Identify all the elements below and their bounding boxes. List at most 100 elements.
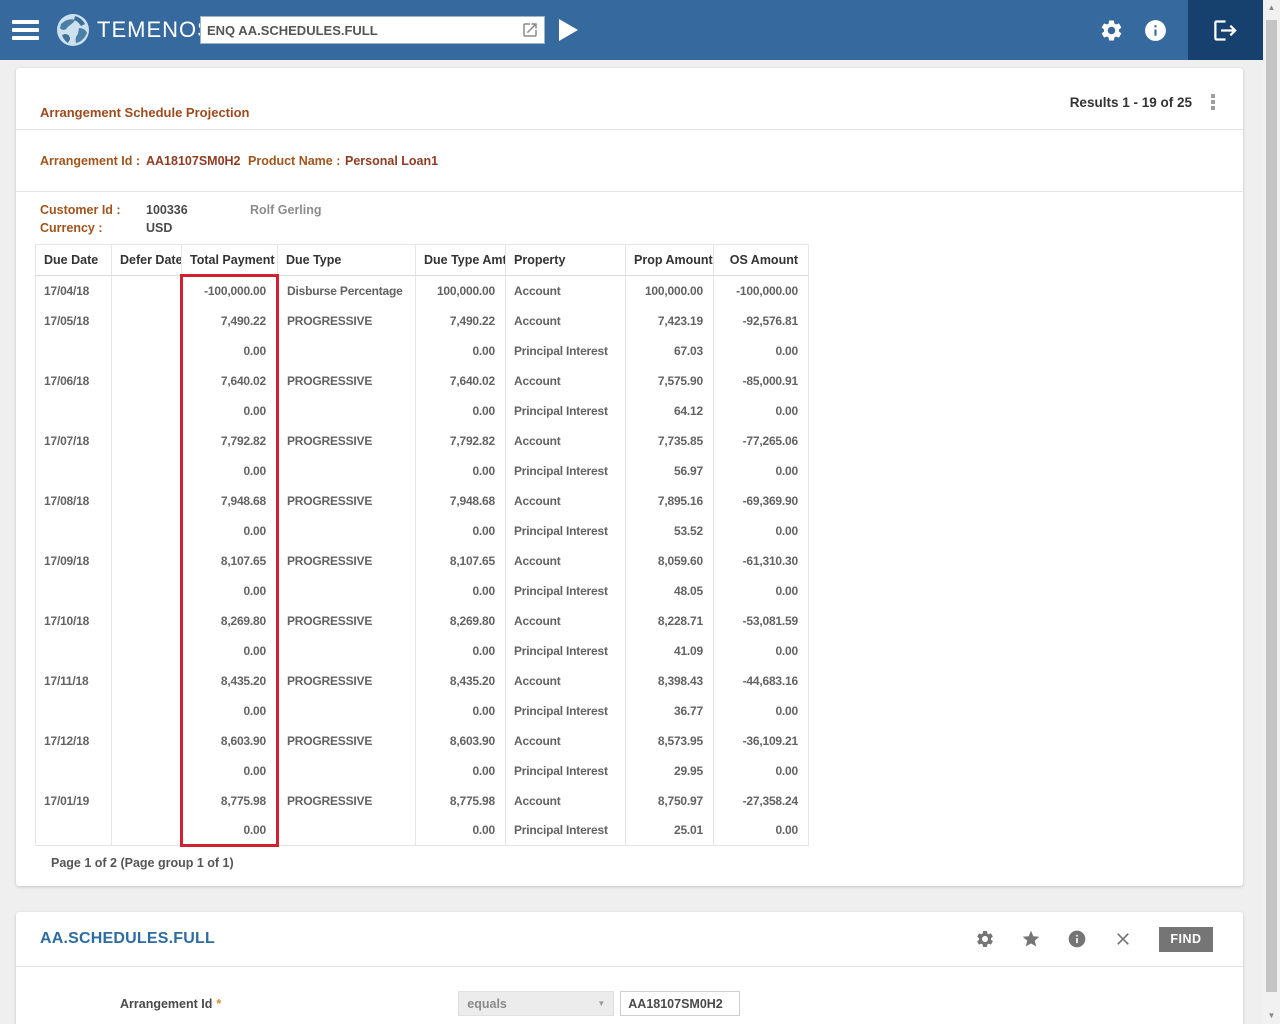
table-cell: 7,948.68 — [182, 486, 278, 516]
table-cell — [278, 336, 416, 366]
table-cell — [278, 696, 416, 726]
scroll-up-icon[interactable]: ▲ — [1263, 0, 1280, 16]
table-cell: 0.00 — [182, 756, 278, 786]
table-cell: Account — [506, 276, 626, 306]
table-cell — [278, 636, 416, 666]
arrangement-id-input[interactable] — [620, 991, 740, 1016]
table-cell — [112, 516, 182, 546]
column-header: Property — [506, 245, 626, 276]
table-row: 17/09/188,107.65PROGRESSIVE8,107.65Accou… — [36, 546, 809, 576]
find-button[interactable]: FIND — [1159, 927, 1213, 952]
table-cell: Principal Interest — [506, 576, 626, 606]
table-row: 17/06/187,640.02PROGRESSIVE7,640.02Accou… — [36, 366, 809, 396]
scrollbar-thumb[interactable] — [1266, 20, 1277, 992]
table-cell: 0.00 — [416, 636, 506, 666]
table-row: 17/10/188,269.80PROGRESSIVE8,269.80Accou… — [36, 606, 809, 636]
table-cell: 17/05/18 — [36, 306, 112, 336]
table-cell: 8,107.65 — [182, 546, 278, 576]
schedule-table-body: 17/04/18-100,000.00Disburse Percentage10… — [36, 276, 809, 846]
table-cell — [278, 576, 416, 606]
enquiry-title: AA.SCHEDULES.FULL — [40, 930, 215, 948]
favorite-star-icon[interactable] — [1021, 929, 1041, 949]
table-cell — [36, 636, 112, 666]
menu-icon[interactable] — [12, 16, 39, 44]
table-cell: -77,265.06 — [714, 426, 809, 456]
close-icon[interactable] — [1113, 929, 1133, 949]
table-cell: Principal Interest — [506, 696, 626, 726]
table-cell: 0.00 — [416, 756, 506, 786]
customer-id-label: Customer Id : — [40, 203, 146, 217]
table-row: 0.000.00Principal Interest56.970.00 — [36, 456, 809, 486]
table-cell — [112, 426, 182, 456]
enquiry-panel: AA.SCHEDULES.FULL FIND Arrangement Id * … — [16, 912, 1243, 1024]
table-cell: -61,310.30 — [714, 546, 809, 576]
table-cell: 0.00 — [182, 336, 278, 366]
table-cell: 100,000.00 — [416, 276, 506, 306]
enquiry-settings-icon[interactable] — [975, 929, 995, 949]
table-cell: 25.01 — [626, 816, 714, 846]
table-cell: 0.00 — [416, 516, 506, 546]
table-cell: 7,490.22 — [416, 306, 506, 336]
table-cell: PROGRESSIVE — [278, 426, 416, 456]
table-cell: 0.00 — [714, 756, 809, 786]
temenos-logo: TEMENOS — [55, 12, 213, 48]
table-cell — [36, 816, 112, 846]
arrangement-id-field-label: Arrangement Id — [120, 997, 212, 1011]
operator-select[interactable]: equals ▼ — [458, 991, 614, 1016]
table-row: 0.000.00Principal Interest64.120.00 — [36, 396, 809, 426]
table-cell: Principal Interest — [506, 756, 626, 786]
table-cell — [278, 756, 416, 786]
settings-icon[interactable] — [1099, 18, 1124, 43]
table-cell: 8,435.20 — [416, 666, 506, 696]
table-cell: PROGRESSIVE — [278, 606, 416, 636]
table-cell: 0.00 — [714, 516, 809, 546]
table-cell: 17/01/19 — [36, 786, 112, 816]
signoff-icon[interactable] — [1212, 17, 1239, 44]
enquiry-info-icon[interactable] — [1067, 929, 1087, 949]
table-cell: 17/08/18 — [36, 486, 112, 516]
table-row: 0.000.00Principal Interest36.770.00 — [36, 696, 809, 726]
column-header: Total Payment — [182, 245, 278, 276]
table-cell: 0.00 — [182, 396, 278, 426]
table-cell: Principal Interest — [506, 516, 626, 546]
table-cell: 8,107.65 — [416, 546, 506, 576]
signoff-zone[interactable] — [1188, 0, 1263, 60]
currency-value: USD — [146, 221, 172, 235]
run-command-button[interactable] — [559, 19, 578, 41]
table-cell: -92,576.81 — [714, 306, 809, 336]
table-cell — [112, 636, 182, 666]
table-cell — [278, 816, 416, 846]
table-cell: PROGRESSIVE — [278, 666, 416, 696]
table-cell — [36, 396, 112, 426]
table-cell: Account — [506, 546, 626, 576]
table-cell: Account — [506, 486, 626, 516]
product-name-label: Product Name : — [248, 154, 345, 168]
table-cell: PROGRESSIVE — [278, 546, 416, 576]
pagination-status: Page 1 of 2 (Page group 1 of 1) — [51, 856, 1243, 870]
info-icon[interactable] — [1143, 18, 1168, 43]
table-cell: 7,575.90 — [626, 366, 714, 396]
currency-label: Currency : — [40, 221, 146, 235]
table-cell: 0.00 — [416, 576, 506, 606]
table-cell: 0.00 — [714, 696, 809, 726]
table-cell: 48.05 — [626, 576, 714, 606]
table-cell: 0.00 — [714, 636, 809, 666]
command-input[interactable] — [201, 23, 521, 38]
kebab-menu-icon[interactable] — [1209, 92, 1217, 112]
customer-id-value: 100336 — [146, 203, 250, 217]
launch-icon[interactable] — [521, 21, 539, 39]
table-cell: 8,228.71 — [626, 606, 714, 636]
arrangement-id-label: Arrangement Id : — [40, 154, 146, 168]
table-cell: 56.97 — [626, 456, 714, 486]
table-cell: 17/04/18 — [36, 276, 112, 306]
required-marker: * — [216, 997, 221, 1011]
table-cell — [112, 756, 182, 786]
table-row: 17/08/187,948.68PROGRESSIVE7,948.68Accou… — [36, 486, 809, 516]
table-row: 17/11/188,435.20PROGRESSIVE8,435.20Accou… — [36, 666, 809, 696]
table-cell — [36, 336, 112, 366]
table-cell: -44,683.16 — [714, 666, 809, 696]
table-cell: Principal Interest — [506, 336, 626, 366]
scroll-down-icon[interactable]: ▼ — [1263, 1008, 1280, 1024]
vertical-scrollbar[interactable]: ▲ ▼ — [1263, 0, 1280, 1024]
table-cell — [36, 576, 112, 606]
